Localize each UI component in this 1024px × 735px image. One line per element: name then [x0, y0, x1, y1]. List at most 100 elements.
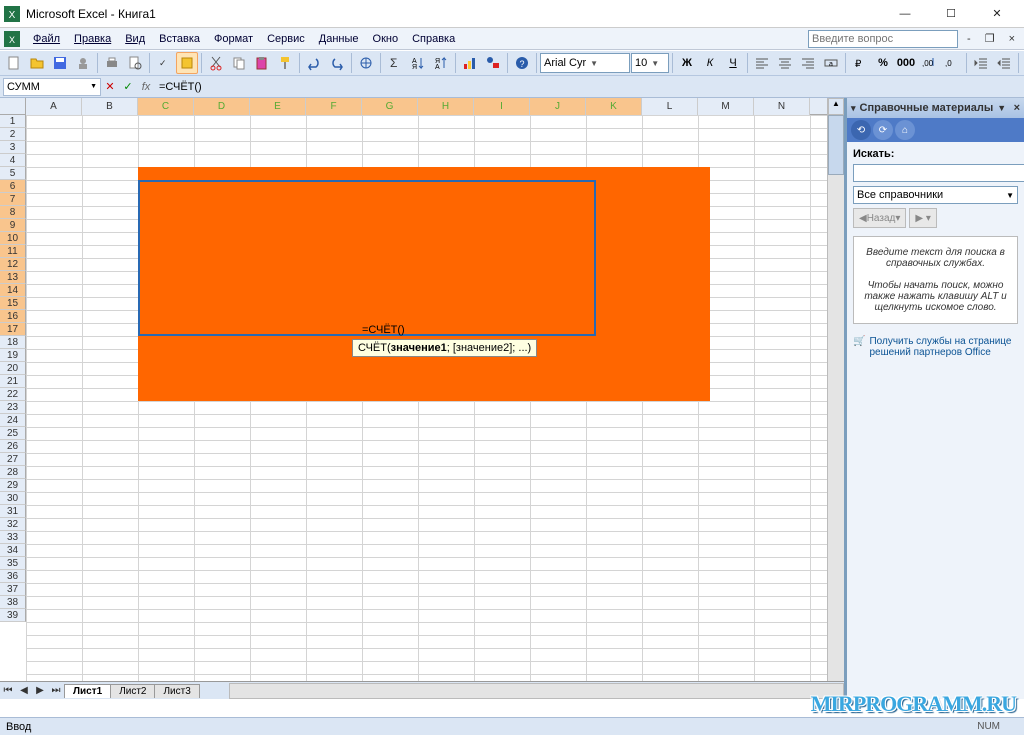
sort-desc-button[interactable]: ЯA: [430, 52, 452, 74]
cancel-formula-button[interactable]: ✕: [101, 78, 119, 96]
sheet-tab-1[interactable]: Лист1: [64, 684, 111, 698]
row-header[interactable]: 17: [0, 323, 26, 336]
column-header[interactable]: E: [250, 98, 306, 115]
research-forward-button[interactable]: ▶ ▾: [909, 208, 937, 228]
help-search-input[interactable]: [808, 30, 958, 48]
row-header[interactable]: 31: [0, 505, 26, 518]
menu-format[interactable]: Формат: [207, 31, 260, 47]
row-header[interactable]: 4: [0, 154, 26, 167]
menu-help[interactable]: Справка: [405, 31, 462, 47]
enter-formula-button[interactable]: ✓: [119, 78, 137, 96]
row-header[interactable]: 33: [0, 531, 26, 544]
select-all-corner[interactable]: [0, 98, 26, 115]
cut-button[interactable]: [205, 52, 227, 74]
row-header[interactable]: 10: [0, 232, 26, 245]
italic-button[interactable]: К: [699, 52, 721, 74]
new-button[interactable]: [3, 52, 25, 74]
row-header[interactable]: 24: [0, 414, 26, 427]
decrease-decimal-button[interactable]: ,0: [941, 52, 963, 74]
taskpane-menu-icon[interactable]: ▾: [851, 103, 856, 114]
undo-button[interactable]: [303, 52, 325, 74]
menu-insert[interactable]: Вставка: [152, 31, 207, 47]
row-header[interactable]: 12: [0, 258, 26, 271]
row-header[interactable]: 18: [0, 336, 26, 349]
merge-center-button[interactable]: a: [820, 52, 842, 74]
maximize-button[interactable]: ☐: [928, 0, 974, 28]
taskpane-close-button[interactable]: ×: [1014, 102, 1020, 114]
menu-view[interactable]: Вид: [118, 31, 152, 47]
row-header[interactable]: 34: [0, 544, 26, 557]
row-header[interactable]: 11: [0, 245, 26, 258]
currency-button[interactable]: ₽: [849, 52, 871, 74]
percent-button[interactable]: %: [872, 52, 894, 74]
row-header[interactable]: 15: [0, 297, 26, 310]
permission-button[interactable]: [72, 52, 94, 74]
research-search-input[interactable]: [853, 164, 1024, 182]
research-back-button[interactable]: ◀ Назад ▾: [853, 208, 906, 228]
row-header[interactable]: 26: [0, 440, 26, 453]
doc-restore-button[interactable]: ❐: [980, 32, 1000, 45]
taskpane-forward-icon[interactable]: ⟳: [873, 120, 893, 140]
column-header[interactable]: N: [754, 98, 810, 115]
doc-minimize-button[interactable]: -: [962, 33, 976, 45]
name-box[interactable]: СУММ▼: [3, 78, 101, 96]
menu-edit[interactable]: Правка: [67, 31, 118, 47]
row-header[interactable]: 6: [0, 180, 26, 193]
help-button[interactable]: ?: [511, 52, 533, 74]
save-button[interactable]: [49, 52, 71, 74]
drawing-toolbar-button[interactable]: [482, 52, 504, 74]
cells-grid[interactable]: =СЧЁТ() СЧЁТ(значение1; [значение2]; ...…: [26, 115, 844, 681]
comma-style-button[interactable]: 000: [895, 52, 917, 74]
column-header[interactable]: G: [362, 98, 418, 115]
row-header[interactable]: 5: [0, 167, 26, 180]
taskpane-back-icon[interactable]: ⟲: [851, 120, 871, 140]
row-header[interactable]: 8: [0, 206, 26, 219]
row-header[interactable]: 7: [0, 193, 26, 206]
redo-button[interactable]: [326, 52, 348, 74]
autosum-button[interactable]: Σ: [384, 52, 406, 74]
increase-indent-button[interactable]: [993, 52, 1015, 74]
research-scope-select[interactable]: Все справочники▼: [853, 186, 1018, 204]
row-header[interactable]: 19: [0, 349, 26, 362]
row-header[interactable]: 25: [0, 427, 26, 440]
bold-button[interactable]: Ж: [676, 52, 698, 74]
column-header[interactable]: I: [474, 98, 530, 115]
menu-data[interactable]: Данные: [312, 31, 366, 47]
spelling-button[interactable]: ✓: [153, 52, 175, 74]
scroll-thumb[interactable]: [828, 115, 844, 175]
horizontal-scrollbar[interactable]: [229, 683, 844, 699]
row-header[interactable]: 20: [0, 362, 26, 375]
copy-button[interactable]: [228, 52, 250, 74]
column-header[interactable]: J: [530, 98, 586, 115]
increase-decimal-button[interactable]: ,00: [918, 52, 940, 74]
column-header[interactable]: D: [194, 98, 250, 115]
row-header[interactable]: 2: [0, 128, 26, 141]
editing-cell[interactable]: =СЧЁТ(): [362, 324, 405, 336]
row-header[interactable]: 36: [0, 570, 26, 583]
vertical-scrollbar[interactable]: ▲: [827, 98, 844, 681]
row-header[interactable]: 9: [0, 219, 26, 232]
minimize-button[interactable]: —: [882, 0, 928, 28]
row-header[interactable]: 29: [0, 479, 26, 492]
paste-button[interactable]: [251, 52, 273, 74]
column-header[interactable]: M: [698, 98, 754, 115]
chart-wizard-button[interactable]: [459, 52, 481, 74]
row-header[interactable]: 38: [0, 596, 26, 609]
column-header[interactable]: K: [586, 98, 642, 115]
sheet-nav-prev[interactable]: ◀: [16, 683, 32, 699]
row-header[interactable]: 14: [0, 284, 26, 297]
row-header[interactable]: 13: [0, 271, 26, 284]
row-header[interactable]: 28: [0, 466, 26, 479]
taskpane-footer-link[interactable]: 🛒 Получить службы на странице решений па…: [847, 330, 1024, 364]
formula-input[interactable]: =СЧЁТ(): [155, 81, 1021, 93]
row-header[interactable]: 32: [0, 518, 26, 531]
scroll-up-button[interactable]: ▲: [828, 98, 844, 115]
menu-file[interactable]: Файл: [26, 31, 67, 47]
font-size-select[interactable]: 10▼: [631, 53, 669, 73]
sheet-nav-next[interactable]: ▶: [32, 683, 48, 699]
align-right-button[interactable]: [797, 52, 819, 74]
menu-window[interactable]: Окно: [366, 31, 406, 47]
underline-button[interactable]: Ч: [722, 52, 744, 74]
hyperlink-button[interactable]: [355, 52, 377, 74]
font-name-select[interactable]: Arial Cyr▼: [540, 53, 630, 73]
